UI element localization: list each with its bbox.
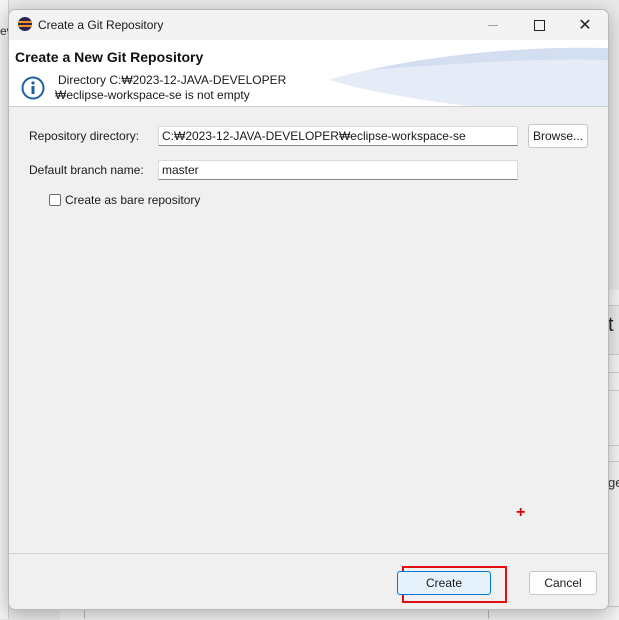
header-banner-graphic [329,47,608,106]
close-icon: ✕ [578,17,592,34]
header-message-line-1: Directory C:₩2023-12-JAVA-DEVELOPER [58,73,287,87]
repository-directory-label: Repository directory: [29,129,140,143]
default-branch-label: Default branch name: [29,163,144,177]
maximize-icon [533,19,545,31]
wizard-header: Create a New Git Repository Directory C:… [9,40,608,107]
header-title: Create a New Git Repository [15,49,204,65]
dialog-title: Create a Git Repository [38,18,164,32]
eclipse-icon [18,17,32,31]
footer-separator [9,553,608,554]
dialog-titlebar[interactable]: Create a Git Repository ✕ [9,10,608,40]
repository-directory-input[interactable] [158,126,518,146]
background-left-text: ev [0,24,8,38]
bare-repository-label[interactable]: Create as bare repository [65,193,200,207]
default-branch-input[interactable] [158,160,518,180]
maximize-button[interactable] [516,10,562,40]
bare-repository-checkbox[interactable] [49,194,61,206]
minimize-icon [488,24,498,26]
create-button[interactable]: Create [397,571,491,595]
close-button[interactable]: ✕ [562,10,608,40]
cancel-button[interactable]: Cancel [529,571,597,595]
background-right-glyph: ge [608,475,619,490]
info-icon [21,76,45,100]
minimize-button[interactable] [470,10,516,40]
wizard-body: Repository directory: Browse... Default … [9,107,608,552]
create-git-repository-dialog: Create a Git Repository ✕ Create a New G… [8,9,609,610]
browse-button[interactable]: Browse... [528,124,588,148]
cursor-marker: + [516,504,526,521]
header-message-line-2: ₩eclipse-workspace-se is not empty [55,88,250,102]
